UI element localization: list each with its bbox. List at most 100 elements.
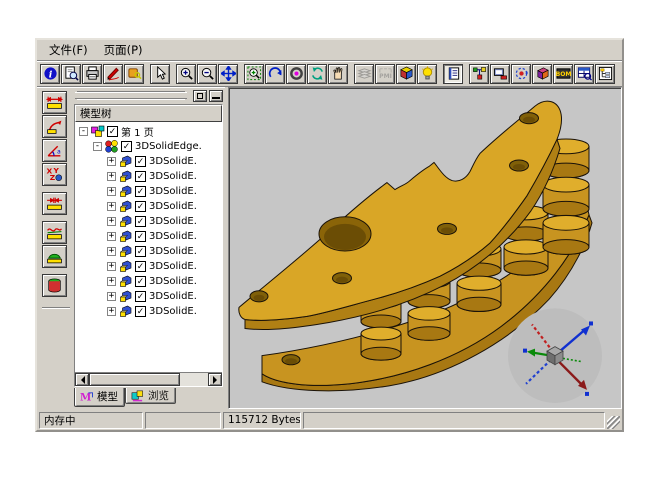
tree-item-label[interactable]: 3DSolidEdge. bbox=[135, 141, 202, 152]
print-button[interactable] bbox=[82, 64, 102, 84]
tree-row-part-8[interactable]: + ✓3DSolidE. bbox=[77, 274, 222, 289]
tree-row-part-5[interactable]: + ✓3DSolidE. bbox=[77, 229, 222, 244]
tree-expander[interactable]: + bbox=[107, 232, 116, 241]
tree-row-part-7[interactable]: + ✓3DSolidE. bbox=[77, 259, 222, 274]
tree-row-page[interactable]: - ✓第 1 页 bbox=[77, 124, 222, 139]
tree-checkbox[interactable]: ✓ bbox=[135, 156, 146, 167]
panel-float-button[interactable] bbox=[193, 90, 207, 102]
viewport-3d[interactable] bbox=[228, 87, 622, 409]
tree-checkbox[interactable]: ✓ bbox=[121, 141, 132, 152]
markup-pen-button[interactable] bbox=[103, 64, 123, 84]
tree-expander[interactable]: + bbox=[107, 172, 116, 181]
tree-item-label[interactable]: 第 1 页 bbox=[121, 124, 154, 139]
light-button[interactable] bbox=[417, 64, 437, 84]
tree-row-document[interactable]: - ✓3DSolidEdge. bbox=[77, 139, 222, 154]
model-tree[interactable]: -✓第 1 页-✓3DSolidEdge.+✓3DSolidE.+✓3DSoli… bbox=[75, 122, 222, 372]
zoom-in-button[interactable] bbox=[176, 64, 196, 84]
tab-browse[interactable]: 浏览 bbox=[125, 388, 176, 404]
tree-row-part-3[interactable]: + ✓3DSolidE. bbox=[77, 199, 222, 214]
tree-item-label[interactable]: 3DSolidE. bbox=[149, 306, 197, 317]
tree-checkbox[interactable]: ✓ bbox=[135, 306, 146, 317]
tree-item-label[interactable]: 3DSolidE. bbox=[149, 246, 197, 257]
view-cube-button[interactable] bbox=[396, 64, 416, 84]
bom-button[interactable]: BOM bbox=[553, 64, 573, 84]
tree-row-part-4[interactable]: + ✓3DSolidE. bbox=[77, 214, 222, 229]
tree-checkbox[interactable]: ✓ bbox=[135, 261, 146, 272]
rotate-view-button[interactable] bbox=[265, 64, 285, 84]
tree-expander[interactable]: + bbox=[107, 187, 116, 196]
tree-checkbox[interactable]: ✓ bbox=[135, 216, 146, 227]
tree-expander[interactable]: + bbox=[107, 277, 116, 286]
tree-expander[interactable]: + bbox=[107, 307, 116, 316]
tree-expander[interactable]: - bbox=[79, 127, 88, 136]
scroll-right-button[interactable] bbox=[208, 373, 222, 386]
tree-checkbox[interactable]: ✓ bbox=[135, 291, 146, 302]
tree-item-label[interactable]: 3DSolidE. bbox=[149, 186, 197, 197]
tree-expander[interactable]: + bbox=[107, 247, 116, 256]
tree-checkbox[interactable]: ✓ bbox=[135, 171, 146, 182]
assembly-tree-button[interactable] bbox=[469, 64, 489, 84]
tree-item-label[interactable]: 3DSolidE. bbox=[149, 291, 197, 302]
menu-item-0[interactable]: 文件(F) bbox=[41, 40, 96, 60]
animation-button[interactable] bbox=[511, 64, 531, 84]
tree-item-label[interactable]: 3DSolidE. bbox=[149, 231, 197, 242]
tree-item-label[interactable]: 3DSolidE. bbox=[149, 171, 197, 182]
tree-item-label[interactable]: 3DSolidE. bbox=[149, 156, 197, 167]
pan-button[interactable] bbox=[218, 64, 238, 84]
tree-expander[interactable]: + bbox=[107, 202, 116, 211]
measure-angle-button[interactable]: a bbox=[42, 139, 67, 162]
notebook-button[interactable] bbox=[443, 64, 463, 84]
scrollbar-track[interactable] bbox=[180, 373, 208, 386]
scrollbar-thumb[interactable] bbox=[89, 373, 180, 386]
tree-checkbox[interactable]: ✓ bbox=[107, 126, 118, 137]
refresh-button[interactable] bbox=[307, 64, 327, 84]
select-cursor-button[interactable] bbox=[150, 64, 170, 84]
tree-expander[interactable]: + bbox=[107, 262, 116, 271]
tree-item-label[interactable]: 3DSolidE. bbox=[149, 276, 197, 287]
measure-gap-button[interactable] bbox=[42, 192, 67, 215]
zoom-out-button[interactable] bbox=[197, 64, 217, 84]
panel-gripper[interactable] bbox=[75, 92, 187, 99]
tree-expander[interactable]: + bbox=[107, 292, 116, 301]
tree-checkbox[interactable]: ✓ bbox=[135, 231, 146, 242]
tree-checkbox[interactable]: ✓ bbox=[135, 186, 146, 197]
table-view-button[interactable] bbox=[574, 64, 594, 84]
model-canvas[interactable] bbox=[229, 88, 621, 408]
solid-view-button[interactable] bbox=[532, 64, 552, 84]
measure-curve-length-button[interactable] bbox=[42, 221, 67, 244]
tab-model[interactable]: M模型 bbox=[74, 388, 125, 407]
hand-pan-button[interactable] bbox=[328, 64, 348, 84]
print-preview-button[interactable] bbox=[61, 64, 81, 84]
tree-row-part-6[interactable]: + ✓3DSolidE. bbox=[77, 244, 222, 259]
pmi-button[interactable]: PMI bbox=[375, 64, 395, 84]
tree-row-part-10[interactable]: + ✓3DSolidE. bbox=[77, 304, 222, 319]
measure-area-button[interactable] bbox=[42, 245, 67, 268]
tree-checkbox[interactable]: ✓ bbox=[135, 201, 146, 212]
statusbar-resize-grip[interactable] bbox=[607, 416, 620, 429]
tree-row-part-2[interactable]: + ✓3DSolidE. bbox=[77, 184, 222, 199]
tree-expander[interactable]: + bbox=[107, 157, 116, 166]
tree-checkbox[interactable]: ✓ bbox=[135, 246, 146, 257]
zoom-fit-button[interactable] bbox=[244, 64, 264, 84]
tree-row-part-1[interactable]: + ✓3DSolidE. bbox=[77, 169, 222, 184]
capture-button[interactable] bbox=[490, 64, 510, 84]
structure-tree-button[interactable] bbox=[595, 64, 615, 84]
tree-item-label[interactable]: 3DSolidE. bbox=[149, 216, 197, 227]
tree-checkbox[interactable]: ✓ bbox=[135, 276, 146, 287]
tree-expander[interactable]: + bbox=[107, 217, 116, 226]
tree-expander[interactable]: - bbox=[93, 142, 102, 151]
panel-hide-button[interactable] bbox=[209, 90, 223, 102]
render-mode-button[interactable] bbox=[286, 64, 306, 84]
layers-button[interactable] bbox=[354, 64, 374, 84]
measure-radius-button[interactable] bbox=[42, 115, 67, 138]
license-key-button[interactable] bbox=[124, 64, 144, 84]
tree-item-label[interactable]: 3DSolidE. bbox=[149, 201, 197, 212]
tree-row-part-0[interactable]: + ✓3DSolidE. bbox=[77, 154, 222, 169]
tree-horizontal-scrollbar[interactable] bbox=[75, 372, 222, 386]
tree-row-part-9[interactable]: + ✓3DSolidE. bbox=[77, 289, 222, 304]
measure-coordinate-button[interactable]: XYZ bbox=[42, 163, 67, 186]
scroll-left-button[interactable] bbox=[75, 373, 89, 386]
tree-item-label[interactable]: 3DSolidE. bbox=[149, 261, 197, 272]
menu-item-1[interactable]: 页面(P) bbox=[96, 40, 151, 60]
measure-volume-button[interactable] bbox=[42, 274, 67, 297]
